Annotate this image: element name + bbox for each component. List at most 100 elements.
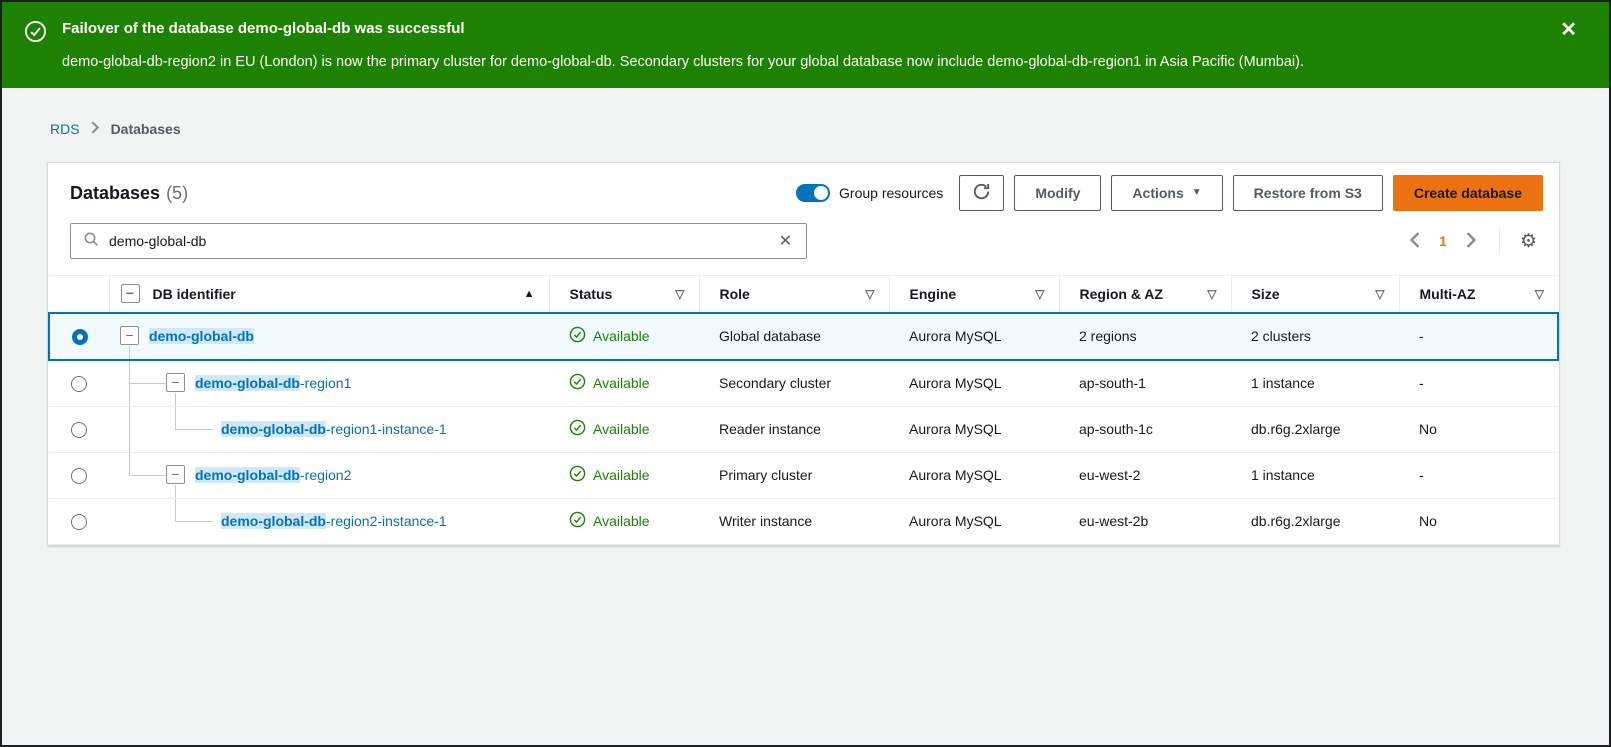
size-cell: db.r6g.2xlarge [1231, 498, 1399, 544]
table-row[interactable]: demo-global-db-region2-instance-1 Availab… [49, 498, 1558, 544]
table-row[interactable]: demo-global-db-region1-instance-1Availab… [49, 406, 1558, 452]
engine-cell: Aurora MySQL [889, 406, 1059, 452]
sort-ascending-icon: ▲ [524, 288, 535, 300]
panel-header: Databases (5) Group resources Modify Act… [48, 163, 1559, 219]
sort-icon: ▽ [1375, 287, 1384, 301]
region-az-cell: 2 regions [1059, 313, 1231, 360]
refresh-button[interactable] [959, 175, 1004, 211]
size-column-header[interactable]: Size▽ [1231, 276, 1399, 313]
tree-connector-line [175, 485, 176, 498]
table-row[interactable]: −demo-global-dbAvailableGlobal databaseA… [49, 313, 1558, 360]
db-identifier-cell: −demo-global-db-region1 [109, 360, 549, 407]
region-az-column-header[interactable]: Region & AZ▽ [1059, 276, 1231, 313]
group-resources-label: Group resources [839, 185, 943, 201]
db-identifier-column-header[interactable]: − DB identifier ▲ [109, 276, 549, 313]
status-cell: Available [549, 360, 699, 407]
status-text: Available [593, 513, 650, 529]
clear-search-icon[interactable]: ✕ [775, 229, 796, 253]
engine-cell: Aurora MySQL [889, 360, 1059, 407]
banner-message: demo-global-db-region2 in EU (London) is… [62, 53, 1304, 72]
role-cell: Primary cluster [699, 452, 889, 498]
close-icon[interactable]: ✕ [1560, 20, 1577, 40]
role-column-header[interactable]: Role▽ [699, 276, 889, 313]
status-column-header[interactable]: Status▽ [549, 276, 699, 313]
tree-connector-line [129, 346, 130, 359]
tree-connector-line [175, 521, 213, 522]
tree-connector-line [175, 393, 176, 406]
databases-panel: Databases (5) Group resources Modify Act… [47, 162, 1560, 546]
radio-selected[interactable] [72, 329, 88, 345]
actions-label: Actions [1132, 185, 1183, 201]
region-az-cell: ap-south-1c [1059, 406, 1231, 452]
breadcrumb: RDS Databases [50, 121, 1609, 137]
sort-icon: ▽ [865, 287, 874, 301]
size-cell: 1 instance [1231, 360, 1399, 407]
toggle-knob [814, 186, 828, 200]
region-az-cell: ap-south-1 [1059, 360, 1231, 407]
status-available-icon [569, 465, 586, 485]
multi-az-cell: - [1399, 360, 1558, 407]
multi-az-cell: - [1399, 452, 1558, 498]
previous-page-button[interactable] [1401, 228, 1429, 255]
divider [1499, 228, 1500, 254]
role-cell: Writer instance [699, 498, 889, 544]
create-database-button[interactable]: Create database [1393, 175, 1543, 211]
engine-cell: Aurora MySQL [889, 313, 1059, 360]
db-identifier-cell: −demo-global-db-region2 [109, 452, 549, 498]
modify-button[interactable]: Modify [1014, 175, 1101, 211]
radio-unselected[interactable] [71, 376, 87, 392]
collapse-row-icon[interactable]: − [166, 465, 185, 484]
toggle-switch-on[interactable] [796, 184, 830, 202]
sort-icon: ▽ [1535, 287, 1544, 301]
table-row[interactable]: −demo-global-db-region2 Available Primary … [49, 452, 1558, 498]
sort-icon: ▽ [1035, 287, 1044, 301]
settings-gear-icon[interactable]: ⚙ [1514, 228, 1543, 255]
db-identifier-link[interactable]: demo-global-db [149, 328, 254, 344]
status-text: Available [593, 328, 650, 344]
multi-az-cell: No [1399, 406, 1558, 452]
db-identifier-link[interactable]: demo-global-db-region1-instance-1 [221, 421, 447, 437]
current-page-number[interactable]: 1 [1433, 233, 1453, 249]
status-cell: Available [549, 313, 699, 360]
search-icon [83, 231, 99, 252]
search-input[interactable] [109, 233, 775, 249]
chevron-right-icon [1465, 232, 1477, 251]
radio-unselected[interactable] [71, 422, 87, 438]
tree-connector-line [175, 499, 176, 521]
db-identifier-link[interactable]: demo-global-db-region2-instance-1 [221, 513, 447, 529]
db-identifier-link[interactable]: demo-global-db-region1 [195, 375, 351, 391]
collapse-row-icon[interactable]: − [120, 326, 139, 345]
db-identifier-cell: demo-global-db-region2-instance-1 [109, 498, 549, 544]
status-text: Available [593, 375, 650, 391]
status-text: Available [593, 467, 650, 483]
size-cell: db.r6g.2xlarge [1231, 406, 1399, 452]
breadcrumb-rds-link[interactable]: RDS [50, 121, 80, 137]
status-available-icon [569, 373, 586, 393]
db-identifier-link[interactable]: demo-global-db-region2 [195, 467, 351, 483]
size-cell: 2 clusters [1231, 313, 1399, 360]
radio-unselected[interactable] [71, 468, 87, 484]
breadcrumb-current: Databases [111, 121, 181, 137]
status-available-icon [569, 326, 586, 346]
tree-connector-line [175, 407, 176, 429]
multi-az-column-header[interactable]: Multi-AZ▽ [1399, 276, 1558, 313]
select-cell [49, 452, 109, 498]
select-column-header [49, 276, 109, 313]
restore-from-s3-button[interactable]: Restore from S3 [1233, 175, 1383, 211]
select-cell [49, 406, 109, 452]
page-title: Databases [70, 183, 160, 204]
engine-column-header[interactable]: Engine▽ [889, 276, 1059, 313]
table-header-row: − DB identifier ▲ Status▽ Role▽ Engine▽ [49, 276, 1558, 313]
search-box[interactable]: ✕ [70, 223, 807, 259]
tree-connector-line [175, 429, 213, 430]
radio-unselected[interactable] [71, 514, 87, 530]
table-row[interactable]: −demo-global-db-region1AvailableSecondar… [49, 360, 1558, 407]
collapse-row-icon[interactable]: − [166, 373, 185, 392]
group-resources-toggle[interactable]: Group resources [796, 184, 943, 202]
tree-connector-line [129, 407, 130, 452]
next-page-button[interactable] [1457, 228, 1485, 255]
size-cell: 1 instance [1231, 452, 1399, 498]
actions-button[interactable]: Actions ▼ [1111, 175, 1222, 211]
collapse-all-icon[interactable]: − [121, 284, 140, 303]
engine-cell: Aurora MySQL [889, 452, 1059, 498]
